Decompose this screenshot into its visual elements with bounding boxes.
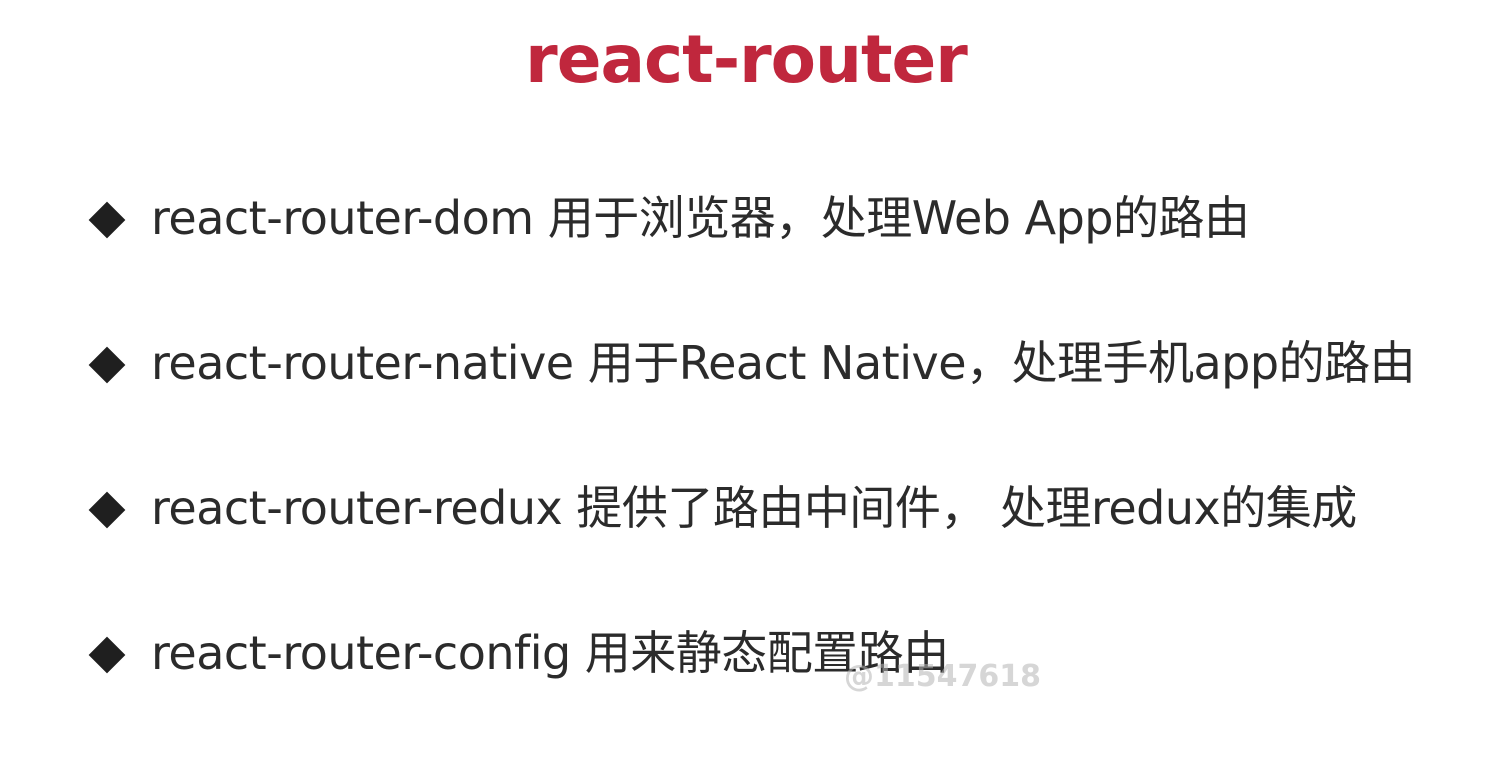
diamond-bullet-icon — [88, 636, 126, 674]
slide: react-router react-router-dom 用于浏览器，处理We… — [0, 0, 1508, 757]
slide-title: react-router — [525, 21, 968, 98]
watermark: @11547618 — [844, 659, 1041, 694]
bullet-list: react-router-dom 用于浏览器，处理Web App的路由 reac… — [88, 182, 1488, 757]
diamond-bullet-icon — [88, 346, 126, 384]
list-item-text: react-router-redux 提供了路由中间件， 处理redux的集成 — [151, 481, 1357, 535]
list-item: react-router-dom 用于浏览器，处理Web App的路由 — [88, 182, 1488, 254]
list-item-text: react-router-dom 用于浏览器，处理Web App的路由 — [151, 191, 1250, 245]
list-item: react-router-native 用于React Native，处理手机a… — [88, 327, 1488, 399]
diamond-bullet-icon — [88, 201, 126, 239]
list-item-text: react-router-native 用于React Native，处理手机a… — [151, 336, 1416, 390]
diamond-bullet-icon — [88, 491, 126, 529]
list-item-text: react-router-config 用来静态配置路由 — [151, 626, 949, 680]
list-item: react-router-redux 提供了路由中间件， 处理redux的集成 — [88, 472, 1488, 544]
list-item: react-router-config 用来静态配置路由 — [88, 617, 1488, 689]
